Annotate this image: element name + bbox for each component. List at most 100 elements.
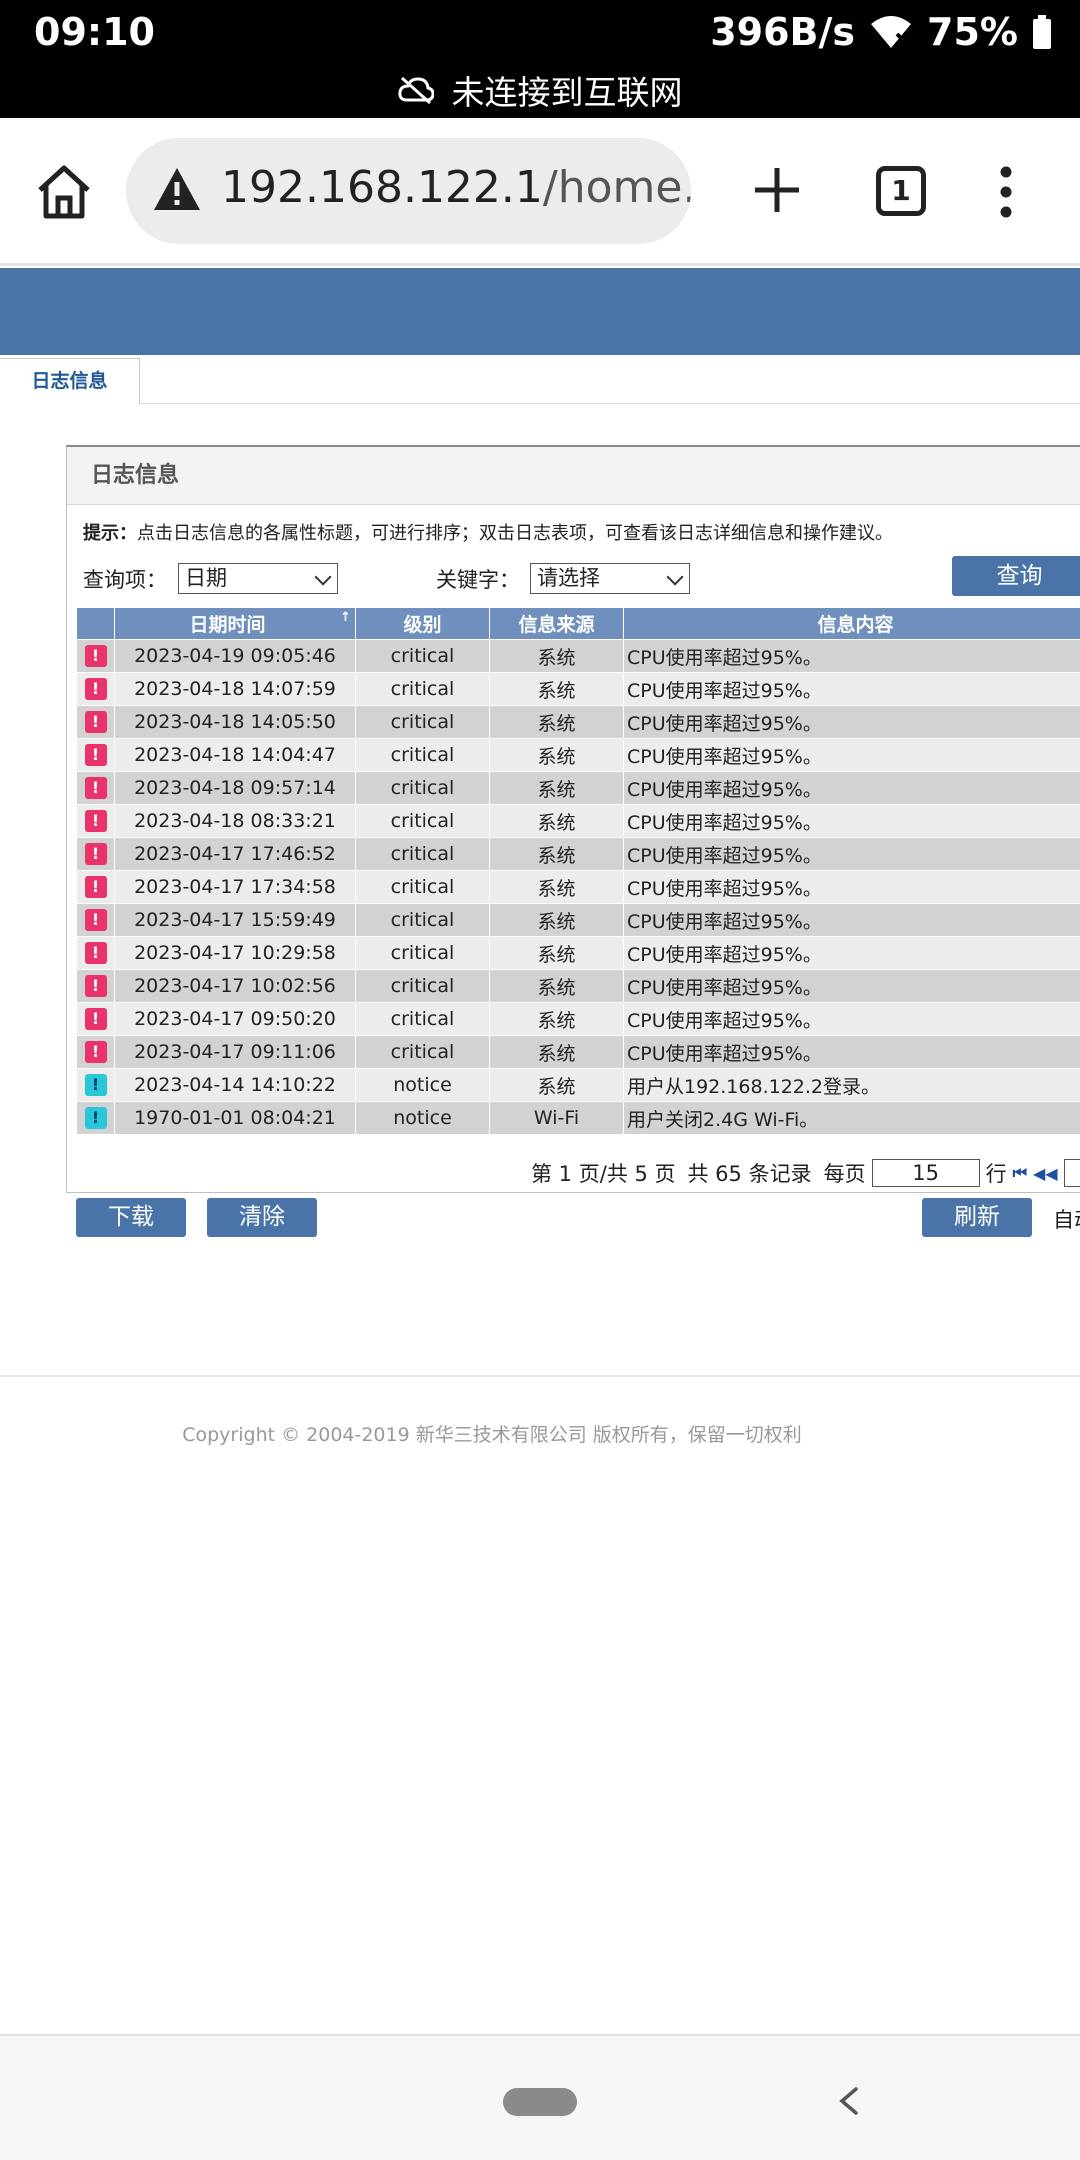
table-row[interactable]: ! 2023-04-17 17:46:52 critical 系统 CPU使用率超过95… <box>76 837 1080 871</box>
level-cell: critical <box>355 804 490 838</box>
new-tab-icon[interactable] <box>749 162 805 218</box>
download-button[interactable]: 下载 <box>76 1198 186 1237</box>
level-icon-cell: ! <box>76 705 115 739</box>
level-icon-cell: ! <box>76 1002 115 1036</box>
content-cell: CPU使用率超过95%。 <box>623 903 1080 937</box>
table-row[interactable]: ! 2023-04-17 09:11:06 critical 系统 CPU使用率超过95… <box>76 1035 1080 1069</box>
critical-icon: ! <box>84 975 107 998</box>
critical-icon: ! <box>84 810 107 833</box>
warning-icon[interactable] <box>152 166 202 212</box>
rows-unit: 行 <box>985 1162 1007 1186</box>
source-cell: 系统 <box>489 639 624 673</box>
datetime-cell: 2023-04-18 14:05:50 <box>114 705 356 739</box>
level-icon-cell: ! <box>76 738 115 772</box>
critical-icon: ! <box>84 843 107 866</box>
url-path: /home.as <box>542 162 691 213</box>
header-source[interactable]: 信息来源 <box>489 607 624 640</box>
level-icon-cell: ! <box>76 639 115 673</box>
chevron-down-icon <box>666 568 684 586</box>
table-row[interactable]: ! 2023-04-18 09:57:14 critical 系统 CPU使用率超过95… <box>76 771 1080 805</box>
tab-log-info[interactable]: 日志信息 <box>0 358 140 404</box>
critical-icon: ! <box>84 678 107 701</box>
source-cell: 系统 <box>489 804 624 838</box>
search-button[interactable]: 查询 <box>952 556 1080 596</box>
auto-refresh-label: 自动 <box>1053 1208 1080 1232</box>
address-bar[interactable]: 192.168.122.1/home.as <box>126 138 691 244</box>
level-icon-cell: ! <box>76 1035 115 1069</box>
datetime-cell: 2023-04-17 09:11:06 <box>114 1035 356 1069</box>
system-nav-bar <box>0 2034 1080 2160</box>
header-level[interactable]: 级别 <box>355 607 490 640</box>
clear-button[interactable]: 清除 <box>207 1198 317 1237</box>
home-icon[interactable] <box>34 162 94 222</box>
critical-icon: ! <box>84 1041 107 1064</box>
query-item-select[interactable]: 日期 <box>178 563 338 594</box>
content-cell: CPU使用率超过95%。 <box>623 639 1080 673</box>
browser-toolbar: 192.168.122.1/home.as 1 <box>0 118 1080 266</box>
level-icon-cell: ! <box>76 672 115 706</box>
table-row[interactable]: ! 2023-04-17 09:50:20 critical 系统 CPU使用率超过95… <box>76 1002 1080 1036</box>
level-icon-cell: ! <box>76 936 115 970</box>
table-row[interactable]: ! 2023-04-18 14:07:59 critical 系统 CPU使用率超过95… <box>76 672 1080 706</box>
table-row[interactable]: ! 2023-04-18 08:33:21 critical 系统 CPU使用率超过95… <box>76 804 1080 838</box>
level-cell: notice <box>355 1068 490 1102</box>
source-cell: 系统 <box>489 936 624 970</box>
keyword-label: 关键字： <box>436 568 520 592</box>
home-gesture-pill[interactable] <box>503 2088 577 2116</box>
critical-icon: ! <box>84 744 107 767</box>
level-icon-cell: ! <box>76 837 115 871</box>
content-cell: 用户关闭2.4G Wi-Fi。 <box>623 1101 1080 1135</box>
content-cell: 用户从192.168.122.2登录。 <box>623 1068 1080 1102</box>
first-page-icon[interactable]: ⏮ <box>1013 1163 1027 1183</box>
table-row[interactable]: ! 2023-04-19 09:05:46 critical 系统 CPU使用率超过95… <box>76 639 1080 673</box>
table-row[interactable]: ! 2023-04-17 10:29:58 critical 系统 CPU使用率超过95… <box>76 936 1080 970</box>
page-jump-input[interactable] <box>1063 1159 1080 1187</box>
table-row[interactable]: ! 2023-04-17 17:34:58 critical 系统 CPU使用率超过95… <box>76 870 1080 904</box>
table-row[interactable]: ! 2023-04-14 14:10:22 notice 系统 用户从192.168.1… <box>76 1068 1080 1102</box>
source-cell: 系统 <box>489 1068 624 1102</box>
level-cell: critical <box>355 1035 490 1069</box>
datetime-cell: 2023-04-17 15:59:49 <box>114 903 356 937</box>
hint-text: 点击日志信息的各属性标题，可进行排序；双击日志表项，可查看该日志详细信息和操作建… <box>137 523 893 544</box>
per-page-input[interactable]: 15 <box>871 1159 980 1187</box>
level-cell: critical <box>355 771 490 805</box>
table-row[interactable]: ! 2023-04-17 15:59:49 critical 系统 CPU使用率超过95… <box>76 903 1080 937</box>
notice-icon: ! <box>84 1074 107 1097</box>
refresh-button[interactable]: 刷新 <box>922 1198 1032 1237</box>
url-text: 192.168.122.1/home.as <box>221 162 691 213</box>
notice-icon: ! <box>84 1107 107 1130</box>
tab-switcher-button[interactable]: 1 <box>876 166 926 216</box>
level-icon-cell: ! <box>76 1068 115 1102</box>
critical-icon: ! <box>84 645 107 668</box>
keyword-select[interactable]: 请选择 <box>530 563 690 594</box>
back-icon[interactable] <box>836 2086 862 2116</box>
source-cell: 系统 <box>489 705 624 739</box>
table-row[interactable]: ! 1970-01-01 08:04:21 notice Wi-Fi 用户关闭2.4G … <box>76 1101 1080 1135</box>
datetime-cell: 1970-01-01 08:04:21 <box>114 1101 356 1135</box>
source-cell: 系统 <box>489 771 624 805</box>
log-table-body: ! 2023-04-19 09:05:46 critical 系统 CPU使用率超过95… <box>76 639 1080 1135</box>
source-cell: 系统 <box>489 738 624 772</box>
datetime-cell: 2023-04-18 08:33:21 <box>114 804 356 838</box>
header-icon-col[interactable] <box>76 607 115 640</box>
header-datetime[interactable]: 日期时间 ↑ <box>114 607 356 640</box>
per-page-label: 每页 <box>823 1162 866 1186</box>
source-cell: 系统 <box>489 1035 624 1069</box>
content-cell: CPU使用率超过95%。 <box>623 1002 1080 1036</box>
table-row[interactable]: ! 2023-04-18 14:04:47 critical 系统 CPU使用率超过95… <box>76 738 1080 772</box>
datetime-cell: 2023-04-18 09:57:14 <box>114 771 356 805</box>
table-row[interactable]: ! 2023-04-17 10:02:56 critical 系统 CPU使用率超过95… <box>76 969 1080 1003</box>
source-cell: 系统 <box>489 1002 624 1036</box>
content-cell: CPU使用率超过95%。 <box>623 705 1080 739</box>
table-row[interactable]: ! 2023-04-18 14:05:50 critical 系统 CPU使用率超过95… <box>76 705 1080 739</box>
chevron-down-icon <box>314 568 332 586</box>
header-content[interactable]: 信息内容 <box>623 607 1080 640</box>
query-item-value: 日期 <box>185 566 227 590</box>
content-cell: CPU使用率超过95%。 <box>623 672 1080 706</box>
clock: 09:10 <box>34 10 155 54</box>
sort-asc-icon: ↑ <box>340 610 351 625</box>
more-menu-icon[interactable] <box>994 164 1018 220</box>
prev-page-icon[interactable]: ◀◀ <box>1033 1164 1058 1183</box>
source-cell: 系统 <box>489 903 624 937</box>
datetime-cell: 2023-04-17 17:34:58 <box>114 870 356 904</box>
